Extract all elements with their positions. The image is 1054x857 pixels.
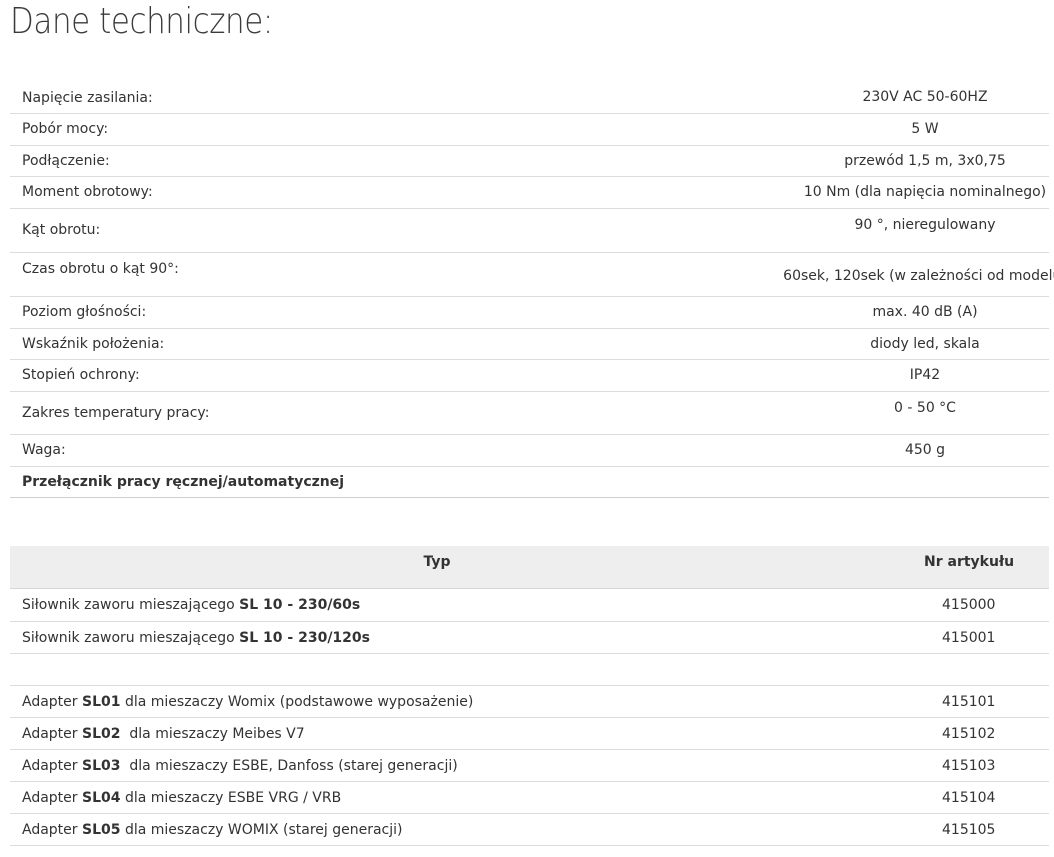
article-name xyxy=(10,653,864,686)
spec-row: Przełącznik pracy ręcznej/automatycznej xyxy=(10,466,1049,498)
column-header-typ: Typ xyxy=(10,546,864,589)
spec-row: Moment obrotowy: 10 Nm (dla napięcia nom… xyxy=(10,176,1049,209)
article-name: Adapter SL01 dla mieszaczy Womix (podsta… xyxy=(10,685,864,718)
article-table: Typ Nr artykułu Siłownik zaworu mieszają… xyxy=(10,546,1049,846)
spec-value-cell: 90 °, nieregulowany xyxy=(613,208,1049,253)
spec-value-cell: 450 g xyxy=(613,434,1049,467)
article-name: Adapter SL04 dla mieszaczy ESBE VRG / VR… xyxy=(10,781,864,814)
spec-value: max. 40 dB (A) xyxy=(872,304,978,320)
table-row: Adapter SL04 dla mieszaczy ESBE VRG / VR… xyxy=(10,781,1049,814)
article-name: Adapter SL03 dla mieszaczy ESBE, Danfoss… xyxy=(10,749,864,782)
spec-label: Kąt obrotu: xyxy=(10,208,613,253)
article-name: Siłownik zaworu mieszającego SL 10 - 230… xyxy=(10,621,864,654)
spec-value-cell: max. 40 dB (A) xyxy=(613,296,1049,329)
spec-value: 5 W xyxy=(911,121,939,137)
page-title: Dane techniczne: xyxy=(10,1,273,42)
spec-value: 90 °, nieregulowany xyxy=(854,216,996,233)
table-row: Adapter SL05 dla mieszaczy WOMIX (starej… xyxy=(10,813,1049,846)
spec-value-cell: przewód 1,5 m, 3x0,75 xyxy=(613,145,1049,177)
article-number xyxy=(864,653,1049,686)
spec-row: Waga: 450 g xyxy=(10,434,1049,467)
spec-row: Zakres temperatury pracy: 0 - 50 °C xyxy=(10,391,1049,435)
spec-label: Napięcie zasilania: xyxy=(10,82,613,114)
spec-value-cell: 5 W xyxy=(613,113,1049,146)
spec-value: IP42 xyxy=(909,367,941,383)
spec-row: Stopień ochrony: IP42 xyxy=(10,359,1049,392)
spec-label: Zakres temperatury pracy: xyxy=(10,391,613,435)
spec-row: Wskaźnik położenia: diody led, skala xyxy=(10,328,1049,360)
article-number: 415000 xyxy=(864,588,1049,622)
spec-label: Stopień ochrony: xyxy=(10,359,613,392)
spec-label: Podłączenie: xyxy=(10,145,613,177)
spec-value: diody led, skala xyxy=(870,335,980,352)
article-name: Adapter SL02 dla mieszaczy Meibes V7 xyxy=(10,717,864,750)
spec-value-cell: diody led, skala xyxy=(613,328,1049,360)
article-name: Adapter SL05 dla mieszaczy WOMIX (starej… xyxy=(10,813,864,846)
article-number: 415102 xyxy=(864,717,1049,750)
spec-table: Napięcie zasilania: 230V AC 50-60HZ Pobó… xyxy=(10,82,1054,498)
spec-value: 10 Nm (dla napięcia nominalnego) xyxy=(803,184,1047,200)
table-row: Siłownik zaworu mieszającego SL 10 - 230… xyxy=(10,621,1049,654)
spec-row: Pobór mocy: 5 W xyxy=(10,113,1049,146)
spec-row: Napięcie zasilania: 230V AC 50-60HZ xyxy=(10,82,1049,114)
spec-value: 450 g xyxy=(904,442,946,458)
spec-value: przewód 1,5 m, 3x0,75 xyxy=(844,152,1006,169)
spec-label: Przełącznik pracy ręcznej/automatycznej xyxy=(10,466,613,498)
article-header-row: Typ Nr artykułu xyxy=(10,546,1049,589)
article-number: 415101 xyxy=(864,685,1049,718)
spec-label: Poziom głośności: xyxy=(10,296,613,329)
spec-value-cell: 60sek, 120sek (w zależności od modelu) xyxy=(613,252,1054,297)
spec-value-cell: IP42 xyxy=(613,359,1049,392)
article-number: 415001 xyxy=(864,621,1049,654)
spec-value-cell: 230V AC 50-60HZ xyxy=(613,82,1049,114)
table-row: Adapter SL03 dla mieszaczy ESBE, Danfoss… xyxy=(10,749,1049,782)
spec-value: 230V AC 50-60HZ xyxy=(862,89,988,106)
spec-value: 0 - 50 °C xyxy=(894,399,956,416)
spec-row: Poziom głośności: max. 40 dB (A) xyxy=(10,296,1049,329)
column-header-nr: Nr artykułu xyxy=(864,546,1049,589)
spec-value: 60sek, 120sek (w zależności od modelu) xyxy=(783,267,1054,284)
spec-value-cell: 10 Nm (dla napięcia nominalnego) xyxy=(613,176,1049,209)
article-number: 415105 xyxy=(864,813,1049,846)
spec-label: Czas obrotu o kąt 90°: xyxy=(10,252,613,297)
spec-label: Wskaźnik położenia: xyxy=(10,328,613,360)
article-number: 415103 xyxy=(864,749,1049,782)
table-row: Adapter SL01 dla mieszaczy Womix (podsta… xyxy=(10,685,1049,718)
table-row: Siłownik zaworu mieszającego SL 10 - 230… xyxy=(10,588,1049,622)
spec-row: Podłączenie: przewód 1,5 m, 3x0,75 xyxy=(10,145,1049,177)
article-name: Siłownik zaworu mieszającego SL 10 - 230… xyxy=(10,588,864,622)
table-row: Adapter SL02 dla mieszaczy Meibes V7 415… xyxy=(10,717,1049,750)
spec-value-cell: 0 - 50 °C xyxy=(613,391,1049,435)
table-row-empty xyxy=(10,653,1049,686)
spec-label: Pobór mocy: xyxy=(10,113,613,146)
spec-row: Kąt obrotu: 90 °, nieregulowany xyxy=(10,208,1049,253)
spec-label: Moment obrotowy: xyxy=(10,176,613,209)
spec-row: Czas obrotu o kąt 90°: 60sek, 120sek (w … xyxy=(10,252,1054,297)
spec-value-cell xyxy=(613,466,1049,498)
spec-label: Waga: xyxy=(10,434,613,467)
article-number: 415104 xyxy=(864,781,1049,814)
